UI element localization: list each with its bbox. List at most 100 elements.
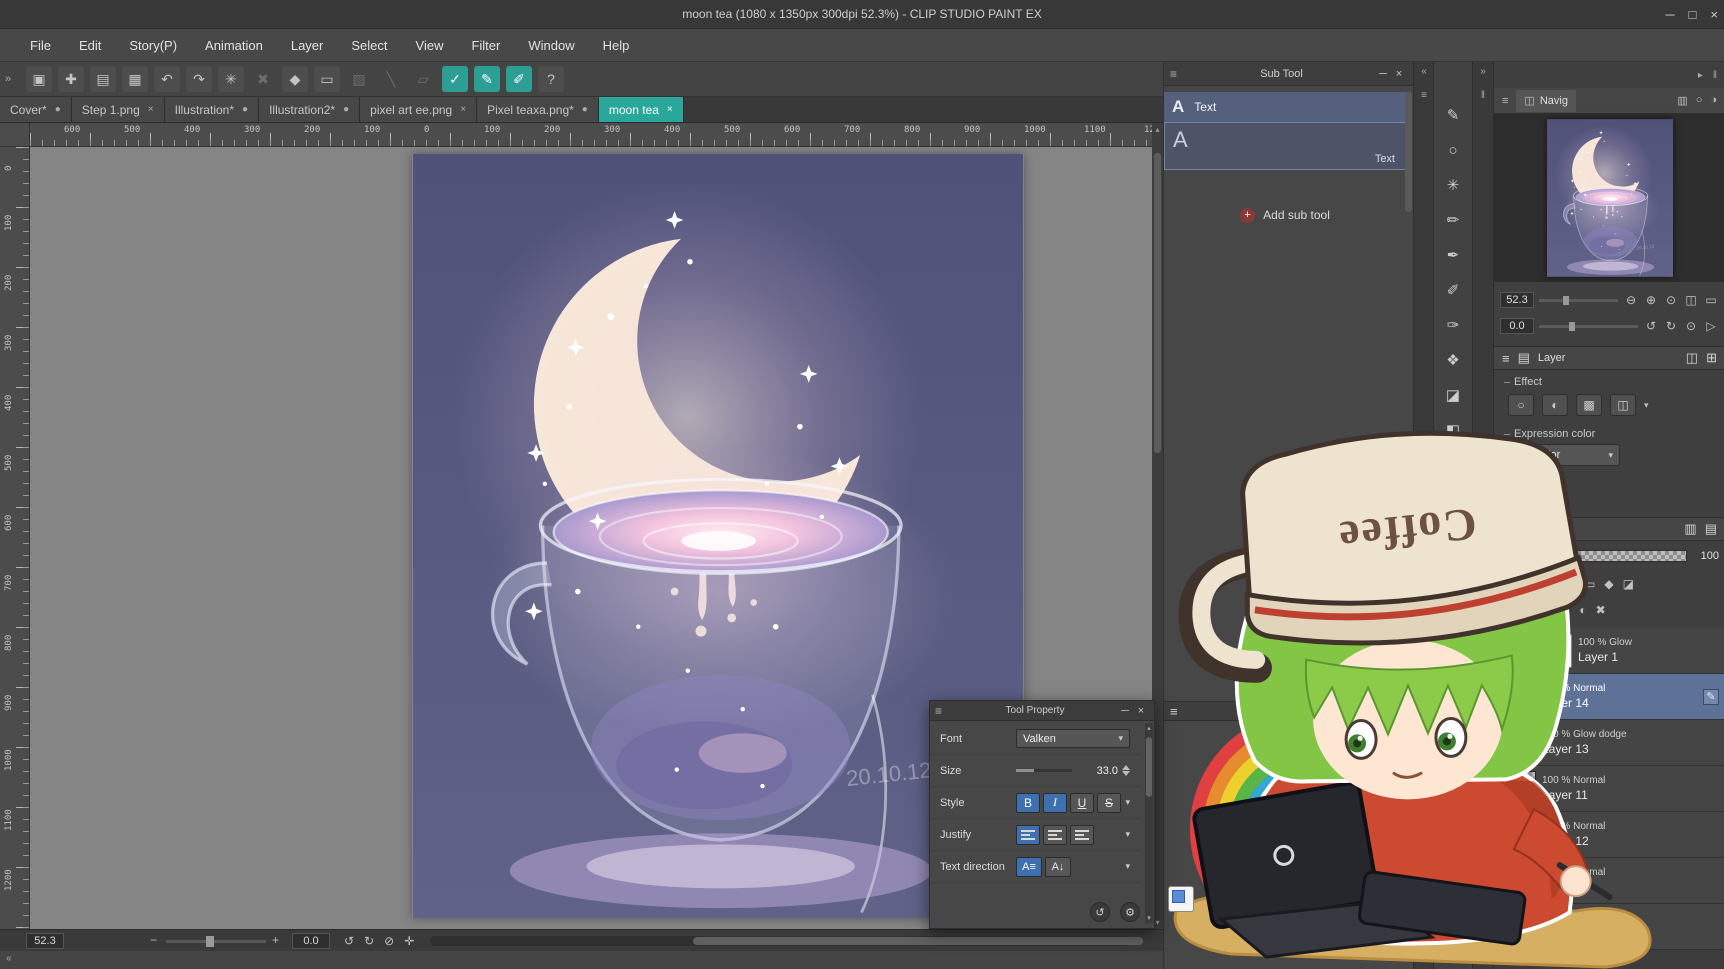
scrollbar-thumb[interactable]: [1146, 737, 1152, 797]
blur-tool-icon[interactable]: ◧: [1440, 417, 1466, 443]
document-tab[interactable]: Illustration2* ●: [259, 97, 360, 122]
align-right-button[interactable]: [1070, 825, 1094, 845]
reset-view-icon[interactable]: ⊘: [384, 934, 394, 948]
zoom-reset-icon[interactable]: ⊙: [1663, 293, 1679, 307]
navigator-preview[interactable]: [1494, 114, 1724, 282]
tool-property-panel[interactable]: ≡ Tool Property ─ × Font Valken ▾ Size 3…: [929, 700, 1155, 929]
stepper-down-icon[interactable]: [1122, 771, 1130, 776]
expand-right-chevron[interactable]: »: [1473, 66, 1493, 77]
tab-marker-icon[interactable]: ×: [667, 104, 673, 115]
strikethrough-button[interactable]: S: [1097, 793, 1121, 813]
correct-pen-icon[interactable]: ✎: [474, 66, 500, 92]
eyedropper-tool-icon[interactable]: ♦: [1440, 452, 1466, 478]
menu-item[interactable]: Edit: [65, 29, 115, 62]
lock-layer-icon[interactable]: ▣: [1524, 577, 1535, 591]
sub-tool-scrollbar[interactable]: [1405, 92, 1412, 212]
menu-item[interactable]: Window: [514, 29, 588, 62]
panel-close-icon[interactable]: ×: [1133, 705, 1149, 717]
brush-tool-icon[interactable]: ✒: [1440, 242, 1466, 268]
menu-item[interactable]: File: [16, 29, 65, 62]
slider-knob[interactable]: [1563, 296, 1569, 305]
panel-menu-icon[interactable]: ≡: [1170, 67, 1188, 81]
navigate-icon[interactable]: ✛: [404, 934, 414, 948]
navigator-zoom-slider[interactable]: [1539, 299, 1618, 302]
chevron-down-icon[interactable]: ▾: [1125, 829, 1130, 840]
panel-menu-icon[interactable]: ≡: [1170, 704, 1178, 719]
rotate-left-icon[interactable]: ↺: [344, 934, 354, 948]
size-stepper[interactable]: [1122, 765, 1130, 776]
transfer-down-icon[interactable]: ↧: [1541, 603, 1551, 617]
scroll-up-icon[interactable]: ▴: [1145, 724, 1153, 732]
effect-tone-icon[interactable]: ◐: [1542, 394, 1568, 416]
correct-check-icon[interactable]: ✓: [442, 66, 468, 92]
snap-icon[interactable]: ✳: [218, 66, 244, 92]
menu-item[interactable]: Help: [589, 29, 644, 62]
menu-item[interactable]: Select: [337, 29, 401, 62]
subview-icon[interactable]: ▥: [1677, 94, 1687, 107]
layer-row[interactable]: 100 % Normal Layer 11: [1494, 766, 1724, 812]
new-folder-icon[interactable]: ▱: [1523, 603, 1532, 617]
menu-item[interactable]: Filter: [457, 29, 514, 62]
vertical-text-button[interactable]: A↓: [1045, 857, 1071, 877]
horizontal-text-button[interactable]: A≡: [1016, 857, 1042, 877]
tab-marker-icon[interactable]: ●: [343, 104, 349, 115]
panel-menu-icon[interactable]: ≡: [935, 704, 953, 718]
layer-opacity-value[interactable]: 100: [1693, 550, 1719, 562]
zoom-slider[interactable]: [166, 940, 266, 943]
align-center-button[interactable]: [1043, 825, 1067, 845]
panel-minimize-icon[interactable]: ─: [1117, 705, 1133, 717]
add-sub-tool-button[interactable]: + Add sub tool: [1164, 203, 1406, 227]
sub-tool-header[interactable]: ≡ Sub Tool ─ ×: [1164, 62, 1413, 86]
lock-alpha-icon[interactable]: ▩: [1545, 577, 1556, 591]
layer-row[interactable]: 100 % Normal Layer 12: [1494, 812, 1724, 858]
fill-icon[interactable]: ◆: [282, 66, 308, 92]
transform-icon[interactable]: ▭: [314, 66, 340, 92]
maximize-button[interactable]: □: [1689, 7, 1697, 22]
scrollbar-thumb[interactable]: [693, 937, 1143, 945]
panel-menu-icon[interactable]: ≡: [1502, 522, 1510, 537]
layer-thumbnail[interactable]: [1500, 771, 1536, 807]
eraser-tool-icon[interactable]: ◪: [1440, 382, 1466, 408]
panel-menu-icon[interactable]: ≡: [1502, 95, 1508, 107]
layer-mask-icon[interactable]: ◻: [1565, 577, 1575, 591]
select-area-icon[interactable]: ▧: [346, 66, 372, 92]
italic-button[interactable]: I: [1043, 793, 1067, 813]
tool-property-header[interactable]: ≡ Tool Property ─ ×: [930, 701, 1154, 721]
layer-row[interactable]: 100 % Normal Layer 14 ✎: [1494, 674, 1724, 720]
zoom-in-icon[interactable]: +: [272, 933, 279, 947]
underline-button[interactable]: U: [1070, 793, 1094, 813]
collapse-left-chevron[interactable]: «: [1414, 66, 1434, 77]
reset-defaults-icon[interactable]: ↺: [1090, 902, 1110, 922]
rotate-left-icon[interactable]: ↺: [1643, 319, 1659, 333]
layer-row[interactable]: 100 % Normal Layer 6: [1494, 904, 1724, 950]
effect-layer-color-icon[interactable]: ◫: [1610, 394, 1636, 416]
document-tab[interactable]: pixel art ee.png ×: [360, 97, 477, 122]
layer-row[interactable]: 100 % Normal Layer 8: [1494, 858, 1724, 904]
marker-tool-icon[interactable]: ✑: [1440, 312, 1466, 338]
layer-row[interactable]: 100 % Glow dodge Layer 13: [1494, 720, 1724, 766]
align-left-button[interactable]: [1016, 825, 1040, 845]
blend-mask-icon[interactable]: ◨: [1504, 577, 1515, 591]
panel-minimize-icon[interactable]: ─: [1375, 68, 1391, 80]
navigator-rotate-value[interactable]: 0.0: [1500, 318, 1534, 334]
zoom-in-icon[interactable]: ⊕: [1643, 293, 1659, 307]
zoom-value[interactable]: 52.3: [26, 933, 64, 949]
help-icon[interactable]: ?: [538, 66, 564, 92]
create-mask-icon[interactable]: ◐: [1579, 603, 1586, 617]
effect-none-icon[interactable]: ○: [1508, 394, 1534, 416]
redo-icon[interactable]: ↷: [186, 66, 212, 92]
layer-thumbnail[interactable]: [1500, 633, 1536, 669]
chevron-down-icon[interactable]: ▾: [1125, 797, 1130, 808]
layer-grid-icon[interactable]: ⊞: [1706, 350, 1717, 366]
minimize-button[interactable]: ─: [1665, 7, 1674, 22]
document-tab[interactable]: Cover* ●: [0, 97, 72, 122]
zoom-out-icon[interactable]: −: [150, 933, 157, 947]
tab-marker-icon[interactable]: ●: [582, 104, 588, 115]
menu-item[interactable]: Layer: [277, 29, 338, 62]
size-value[interactable]: 33.0: [1097, 765, 1118, 777]
slider-knob[interactable]: [1569, 322, 1575, 331]
document-tab[interactable]: Pixel teaxa.png* ●: [477, 97, 599, 122]
layer-search-icon[interactable]: ▥: [1684, 521, 1696, 537]
info-icon[interactable]: ◑: [1710, 94, 1717, 107]
chevron-down-icon[interactable]: ▾: [1125, 861, 1130, 872]
